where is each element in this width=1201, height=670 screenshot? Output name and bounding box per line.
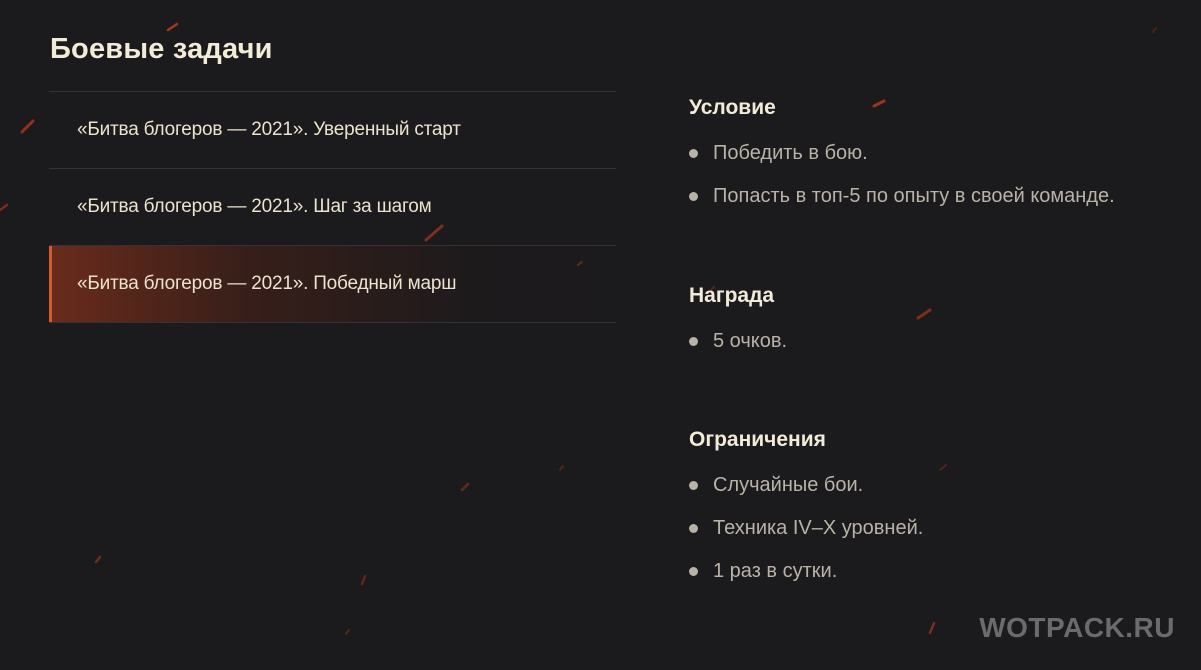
- list-item-text: Победить в бою.: [713, 142, 868, 164]
- page-title: Боевые задачи: [50, 33, 273, 65]
- list-item: 5 очков.: [689, 320, 787, 363]
- list-item-text: 1 раз в сутки.: [713, 560, 838, 582]
- mission-item-step-by-step[interactable]: «Битва блогеров — 2021». Шаг за шагом: [49, 169, 616, 246]
- mission-label: «Битва блогеров — 2021». Победный марш: [77, 273, 457, 294]
- mission-list: «Битва блогеров — 2021». Уверенный старт…: [49, 91, 616, 323]
- condition-section: Условие Победить в бою. Попасть в топ-5 …: [689, 92, 1115, 218]
- list-item-text: Техника IV–X уровней.: [713, 517, 924, 539]
- condition-heading: Условие: [689, 96, 776, 119]
- mission-label: «Битва блогеров — 2021». Уверенный старт: [77, 119, 461, 140]
- restrictions-section: Ограничения Случайные бои. Техника IV–X …: [689, 424, 923, 593]
- bullet-icon: [689, 481, 698, 490]
- reward-heading: Награда: [689, 284, 775, 307]
- list-item: Техника IV–X уровней.: [689, 507, 923, 550]
- list-item-text: Случайные бои.: [713, 474, 864, 496]
- mission-item-confident-start[interactable]: «Битва блогеров — 2021». Уверенный старт: [49, 92, 616, 169]
- bullet-icon: [689, 337, 698, 346]
- list-item: 1 раз в сутки.: [689, 550, 923, 593]
- list-item: Случайные бои.: [689, 464, 923, 507]
- restrictions-list: Случайные бои. Техника IV–X уровней. 1 р…: [689, 464, 923, 593]
- condition-list: Победить в бою. Попасть в топ-5 по опыту…: [689, 132, 1115, 218]
- restrictions-heading: Ограничения: [689, 428, 826, 451]
- mission-item-victory-march[interactable]: «Битва блогеров — 2021». Победный марш: [49, 246, 616, 323]
- reward-list: 5 очков.: [689, 320, 787, 363]
- bullet-icon: [689, 567, 698, 576]
- list-item: Победить в бою.: [689, 132, 1115, 175]
- bullet-icon: [689, 524, 698, 533]
- bullet-icon: [689, 149, 698, 158]
- list-item-text: Попасть в топ-5 по опыту в своей команде…: [713, 185, 1115, 207]
- watermark: WOTPACK.RU: [979, 612, 1175, 643]
- mission-label: «Битва блогеров — 2021». Шаг за шагом: [77, 196, 432, 217]
- list-item-text: 5 очков.: [713, 330, 788, 352]
- bullet-icon: [689, 192, 698, 201]
- list-item: Попасть в топ-5 по опыту в своей команде…: [689, 175, 1115, 218]
- reward-section: Награда 5 очков.: [689, 280, 787, 363]
